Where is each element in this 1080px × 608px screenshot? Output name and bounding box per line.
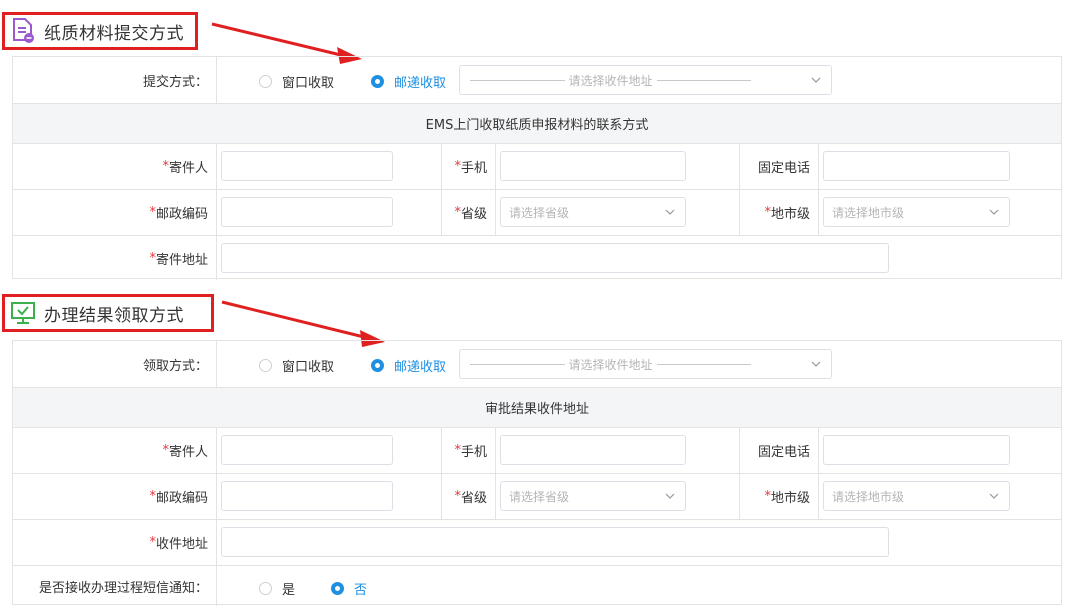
chevron-down-icon: [811, 361, 821, 367]
address-row: * 寄件地址: [13, 235, 1061, 280]
postcode-row: * 邮政编码 * 省级 请选择省级 * 地市级 请选择地市级: [13, 473, 1061, 519]
radio-window-pickup[interactable]: 窗口收取: [259, 356, 334, 375]
phone-input[interactable]: [500, 435, 686, 465]
sender-label: 寄件人: [168, 445, 208, 460]
chevron-down-icon: [989, 493, 999, 499]
section-title: 办理结果领取方式: [44, 305, 184, 326]
section-header-paper-materials: 纸质材料提交方式: [2, 12, 198, 50]
address-label: 寄件地址: [155, 252, 208, 268]
section-header-result-pickup: 办理结果领取方式: [2, 294, 214, 332]
chevron-down-icon: [811, 77, 821, 83]
radio-postal-pickup[interactable]: 邮递收取: [371, 356, 446, 375]
postcode-row: * 邮政编码 * 省级 请选择省级 * 地市级 请选择地市级: [13, 189, 1061, 235]
city-select[interactable]: 请选择地市级: [823, 481, 1010, 511]
sender-input[interactable]: [221, 435, 393, 465]
radio-window-pickup[interactable]: 窗口收取: [259, 72, 334, 91]
city-label: 地市级: [770, 491, 810, 506]
pickup-method-row: 领取方式： 窗口收取 邮递收取 请选择收件地址: [13, 341, 1061, 387]
chevron-down-icon: [665, 493, 675, 499]
monitor-check-icon: [10, 300, 36, 326]
province-select[interactable]: 请选择省级: [500, 481, 686, 511]
sender-input[interactable]: [221, 151, 393, 181]
address-label: 收件地址: [155, 537, 208, 552]
city-label: 地市级: [770, 207, 810, 222]
phone-label: 手机: [460, 445, 487, 460]
postcode-input[interactable]: [221, 481, 393, 511]
landline-label: 固定电话: [757, 161, 810, 176]
radio-sms-yes[interactable]: 是: [259, 579, 295, 598]
postcode-input[interactable]: [221, 197, 393, 227]
ems-contact-banner: EMS上门收取纸质申报材料的联系方式: [13, 103, 1061, 143]
phone-label: 手机: [460, 161, 487, 176]
submit-method-label: 提交方式：: [142, 74, 208, 90]
result-address-banner: 审批结果收件地址: [13, 387, 1061, 427]
sender-row: * 寄件人 * 手机 固定电话: [13, 143, 1061, 189]
document-icon: [10, 18, 36, 44]
landline-input[interactable]: [823, 435, 1010, 465]
postcode-label: 邮政编码: [155, 491, 208, 506]
address-select[interactable]: 请选择收件地址: [459, 349, 832, 379]
pickup-method-label: 领取方式：: [142, 358, 208, 374]
sender-row: * 寄件人 * 手机 固定电话: [13, 427, 1061, 473]
sms-notify-label: 是否接收办理过程短信通知：: [38, 580, 208, 596]
province-label: 省级: [460, 491, 487, 506]
landline-label: 固定电话: [757, 445, 810, 460]
section-title: 纸质材料提交方式: [44, 23, 184, 44]
phone-input[interactable]: [500, 151, 686, 181]
radio-postal-pickup[interactable]: 邮递收取: [371, 72, 446, 91]
address-row: * 收件地址: [13, 519, 1061, 565]
sender-label: 寄件人: [168, 161, 208, 176]
address-input[interactable]: [221, 527, 889, 557]
landline-input[interactable]: [823, 151, 1010, 181]
sms-notify-row: 是否接收办理过程短信通知： 是 否: [13, 565, 1061, 606]
address-input[interactable]: [221, 243, 889, 273]
postcode-label: 邮政编码: [155, 207, 208, 222]
paper-submission-form: 提交方式： 窗口收取 邮递收取 请选择收件地址 EMS上门收取纸质申报材料的联系…: [12, 56, 1062, 280]
chevron-down-icon: [989, 209, 999, 215]
submit-method-row: 提交方式： 窗口收取 邮递收取 请选择收件地址: [13, 57, 1061, 103]
province-label: 省级: [460, 207, 487, 222]
radio-sms-no[interactable]: 否: [331, 579, 367, 598]
address-select[interactable]: 请选择收件地址: [459, 65, 832, 95]
result-pickup-form: 领取方式： 窗口收取 邮递收取 请选择收件地址 审批结果收件地址 * 寄件人 * 手…: [12, 340, 1062, 606]
province-select[interactable]: 请选择省级: [500, 197, 686, 227]
city-select[interactable]: 请选择地市级: [823, 197, 1010, 227]
chevron-down-icon: [665, 209, 675, 215]
